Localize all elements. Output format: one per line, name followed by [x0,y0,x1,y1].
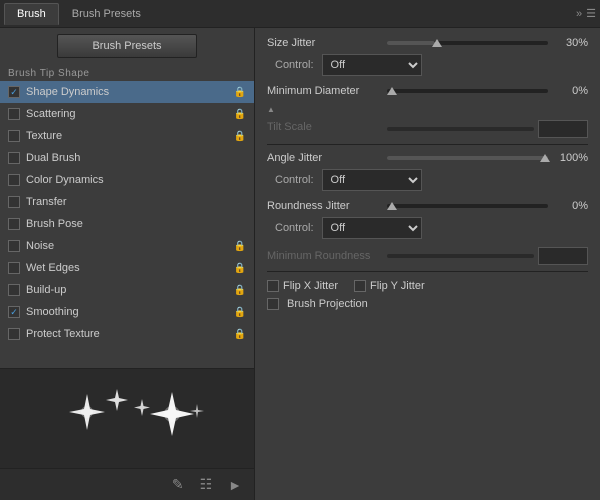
list-item-texture[interactable]: Texture 🔒 [0,125,254,147]
min-roundness-row: Minimum Roundness [267,247,588,265]
tab-bar: Brush Brush Presets » ☰ [0,0,600,28]
new-brush-icon[interactable]: ✎ [168,474,188,495]
roundness-jitter-control-row: Control: Off Fade Pen Pressure Pen Tilt … [267,217,588,239]
min-roundness-slider[interactable] [387,249,534,263]
expand-icon[interactable]: » [576,8,582,20]
angle-jitter-control-select[interactable]: Off Fade Pen Pressure Pen Tilt Rotation [322,169,422,191]
brush-projection-checkbox[interactable] [267,298,279,310]
lock-icon-wet-edges: 🔒 [234,263,246,274]
checkbox-shape-dynamics[interactable]: ✓ [8,86,20,98]
brush-projection-item[interactable]: Brush Projection [267,298,588,310]
lock-icon-scattering: 🔒 [234,109,246,120]
grid-icon[interactable]: ☷ [196,474,217,495]
checkbox-build-up[interactable] [8,284,20,296]
divider-1 [267,144,588,145]
flip-x-jitter-item[interactable]: Flip X Jitter [267,280,338,292]
list-item-protect-texture[interactable]: Protect Texture 🔒 [0,323,254,345]
tilt-scale-row: Tilt Scale [267,120,588,138]
roundness-jitter-row: Roundness Jitter 0% [267,199,588,213]
list-item-noise[interactable]: Noise 🔒 [0,235,254,257]
tilt-scale-slider[interactable] [387,122,534,136]
divider-2 [267,271,588,272]
checkbox-row: Flip X Jitter Flip Y Jitter [267,280,588,292]
min-diameter-row: Minimum Diameter 0% [267,84,588,98]
flip-x-checkbox[interactable] [267,280,279,292]
brush-preview [0,368,254,468]
checkbox-color-dynamics[interactable] [8,174,20,186]
roundness-jitter-control-select[interactable]: Off Fade Pen Pressure Pen Tilt Rotation [322,217,422,239]
main-content: Brush Presets Brush Tip Shape ✓ Shape Dy… [0,28,600,500]
checkbox-smoothing[interactable]: ✓ [8,306,20,318]
min-diameter-slider[interactable] [387,84,548,98]
brush-tip-shape-header: Brush Tip Shape [0,64,254,81]
list-item-transfer[interactable]: Transfer [0,191,254,213]
brush-list: ✓ Shape Dynamics 🔒 Scattering 🔒 Texture … [0,81,254,368]
brush-presets-button[interactable]: Brush Presets [57,34,197,58]
size-jitter-control-row: Control: Off Fade Pen Pressure Pen Tilt … [267,54,588,76]
brush-panel: Brush Brush Presets » ☰ Brush Presets Br… [0,0,600,500]
checkbox-transfer[interactable] [8,196,20,208]
checkbox-wet-edges[interactable] [8,262,20,274]
tilt-scale-input[interactable] [538,120,588,138]
left-panel: Brush Presets Brush Tip Shape ✓ Shape Dy… [0,28,255,500]
size-jitter-slider[interactable] [387,36,548,50]
list-item-color-dynamics[interactable]: Color Dynamics [0,169,254,191]
list-item-brush-pose[interactable]: Brush Pose [0,213,254,235]
angle-jitter-row: Angle Jitter 100% [267,151,588,165]
angle-jitter-slider[interactable] [387,151,548,165]
size-jitter-control-select[interactable]: Off Fade Pen Pressure Pen Tilt Stylus Wh… [322,54,422,76]
play-icon[interactable]: ► [224,475,246,495]
list-item-shape-dynamics[interactable]: ✓ Shape Dynamics 🔒 [0,81,254,103]
list-item-dual-brush[interactable]: Dual Brush [0,147,254,169]
tab-brush[interactable]: Brush [4,3,59,25]
lock-icon-build-up: 🔒 [234,285,246,296]
tab-icons: » ☰ [576,7,596,20]
lock-icon-protect-texture: 🔒 [234,329,246,340]
right-panel: Size Jitter 30% Control: Off Fade Pen Pr… [255,28,600,500]
tab-brush-presets[interactable]: Brush Presets [59,3,154,25]
list-item-build-up[interactable]: Build-up 🔒 [0,279,254,301]
list-item-wet-edges[interactable]: Wet Edges 🔒 [0,257,254,279]
menu-icon[interactable]: ☰ [586,7,596,20]
flip-y-jitter-item[interactable]: Flip Y Jitter [354,280,425,292]
checkbox-dual-brush[interactable] [8,152,20,164]
roundness-jitter-slider[interactable] [387,199,548,213]
lock-icon-shape-dynamics: 🔒 [234,87,246,98]
size-jitter-row: Size Jitter 30% [267,36,588,50]
min-roundness-input[interactable] [538,247,588,265]
flip-y-checkbox[interactable] [354,280,366,292]
lock-icon-texture: 🔒 [234,131,246,142]
checkbox-texture[interactable] [8,130,20,142]
lock-icon-smoothing: 🔒 [234,307,246,318]
lock-icon-noise: 🔒 [234,241,246,252]
list-item-scattering[interactable]: Scattering 🔒 [0,103,254,125]
angle-jitter-control-row: Control: Off Fade Pen Pressure Pen Tilt … [267,169,588,191]
bottom-toolbar: ✎ ☷ ► [0,468,254,500]
brush-preview-canvas [27,374,227,464]
list-item-smoothing[interactable]: ✓ Smoothing 🔒 [0,301,254,323]
checkbox-scattering[interactable] [8,108,20,120]
checkbox-noise[interactable] [8,240,20,252]
checkbox-protect-texture[interactable] [8,328,20,340]
tilt-scale-arrow: ▲ [267,102,584,116]
checkbox-brush-pose[interactable] [8,218,20,230]
